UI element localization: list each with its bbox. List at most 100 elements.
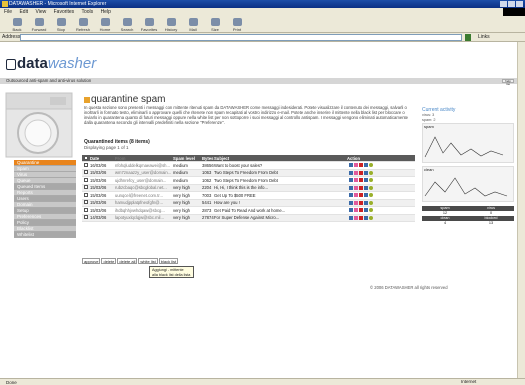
forward-icon[interactable] xyxy=(354,200,358,205)
go-button[interactable] xyxy=(465,34,471,41)
row-subject[interactable]: Two Steps To Freedom From Debt xyxy=(214,178,347,183)
delete-icon[interactable] xyxy=(359,163,363,168)
table-row[interactable]: 14/03/06 lapotyuxlqclqjw@sbc.mil... very h… xyxy=(82,214,415,222)
approve-icon[interactable] xyxy=(369,215,373,220)
view-icon[interactable] xyxy=(349,163,353,168)
row-subject[interactable]: Get Up To $500 FREE xyxy=(214,193,347,198)
view-icon[interactable] xyxy=(349,185,353,190)
forward-icon[interactable] xyxy=(354,193,358,198)
table-row[interactable]: 15/03/06 ujdhnrefcy_user@domain... medium 1… xyxy=(82,177,415,185)
view-icon[interactable] xyxy=(349,170,353,175)
refresh-button[interactable]: Refresh xyxy=(72,16,94,33)
save-icon[interactable] xyxy=(364,200,368,205)
row-checkbox[interactable] xyxy=(84,185,88,190)
menu-help[interactable]: Help xyxy=(101,9,111,15)
table-row[interactable]: 15/03/06 ihdbqhhjvwhdqaw@sbcg... very high… xyxy=(82,207,415,215)
table-row[interactable]: 15/03/06 wm7znaazzy_user@domain... medium 1… xyxy=(82,169,415,177)
row-checkbox[interactable] xyxy=(84,170,88,175)
approve-icon[interactable] xyxy=(369,170,373,175)
col-date[interactable]: Date xyxy=(90,156,115,161)
table-row[interactable]: 16/03/06 nfohqluddelkqmaeawei@sh... medium… xyxy=(82,162,415,170)
row-checkbox[interactable] xyxy=(84,177,88,182)
blacklist-button[interactable]: black list xyxy=(158,258,179,264)
approve-icon[interactable] xyxy=(369,163,373,168)
forward-icon[interactable] xyxy=(354,185,358,190)
table-row[interactable]: 15/03/06 hamudjpplatpfneofgfn@... very hig… xyxy=(82,199,415,207)
view-icon[interactable] xyxy=(349,178,353,183)
address-field[interactable] xyxy=(20,34,462,41)
col-level[interactable]: Spam level xyxy=(173,156,202,161)
delete-icon[interactable] xyxy=(359,170,363,175)
col-bytes[interactable]: Bytes xyxy=(202,156,214,161)
history-button[interactable]: History xyxy=(160,16,182,33)
menu-view[interactable]: View xyxy=(35,9,46,15)
forward-icon[interactable] xyxy=(354,170,358,175)
save-icon[interactable] xyxy=(364,208,368,213)
row-subject[interactable]: Want to boost your sales? xyxy=(214,163,347,168)
delete-all-button[interactable]: delete all xyxy=(117,258,138,264)
menu-file[interactable]: File xyxy=(4,9,12,15)
delete-icon[interactable] xyxy=(359,200,363,205)
row-subject[interactable]: Two Steps To Freedom From Debt xyxy=(214,170,347,175)
row-checkbox[interactable] xyxy=(84,215,88,220)
approve-icon[interactable] xyxy=(369,193,373,198)
view-icon[interactable] xyxy=(349,215,353,220)
forward-icon[interactable] xyxy=(354,163,358,168)
help-button[interactable]: help me xyxy=(502,79,514,86)
row-subject[interactable]: How are you ! xyxy=(214,200,347,205)
delete-icon[interactable] xyxy=(359,215,363,220)
search-button[interactable]: Search xyxy=(116,16,138,33)
forward-icon[interactable] xyxy=(354,178,358,183)
delete-icon[interactable] xyxy=(359,193,363,198)
delete-icon[interactable] xyxy=(359,208,363,213)
menu-tools[interactable]: Tools xyxy=(81,9,93,15)
save-icon[interactable] xyxy=(364,178,368,183)
row-checkbox[interactable] xyxy=(84,200,88,205)
mail-button[interactable]: Mail xyxy=(182,16,204,33)
stop-button[interactable]: Stop xyxy=(50,16,72,33)
delete-icon[interactable] xyxy=(359,178,363,183)
save-icon[interactable] xyxy=(364,170,368,175)
table-row[interactable]: 15/03/06 rubzcbaqc@sbcglobal.net... very h… xyxy=(82,184,415,192)
sidebar-item-whitelist[interactable]: Whitelist xyxy=(14,232,76,238)
size-button[interactable]: Size xyxy=(204,16,226,33)
forward-button[interactable]: Forward xyxy=(28,16,50,33)
save-icon[interactable] xyxy=(364,185,368,190)
approve-icon[interactable] xyxy=(369,185,373,190)
row-subject[interactable]: For Super Defense Against Micro... xyxy=(214,215,347,220)
row-checkbox[interactable] xyxy=(84,162,88,167)
row-subject[interactable]: Hi, Hi, I think this is the info... xyxy=(214,185,347,190)
approve-icon[interactable] xyxy=(369,200,373,205)
approve-icon[interactable] xyxy=(369,208,373,213)
forward-icon[interactable] xyxy=(354,215,358,220)
maximize-button[interactable] xyxy=(508,1,515,7)
home-button[interactable]: Home xyxy=(94,16,116,33)
whitelist-button[interactable]: white list xyxy=(138,258,158,264)
back-button[interactable]: Back xyxy=(6,16,28,33)
save-icon[interactable] xyxy=(364,163,368,168)
menu-edit[interactable]: Edit xyxy=(19,9,28,15)
close-button[interactable] xyxy=(516,1,523,7)
forward-icon[interactable] xyxy=(354,208,358,213)
delete-button[interactable]: delete xyxy=(101,258,117,264)
print-button[interactable]: Print xyxy=(226,16,248,33)
view-icon[interactable] xyxy=(349,193,353,198)
approve-icon[interactable] xyxy=(369,178,373,183)
links-label[interactable]: Links xyxy=(478,33,490,42)
approve-button[interactable]: approve xyxy=(82,258,101,264)
menu-favorites[interactable]: Favorites xyxy=(54,9,75,15)
vertical-scrollbar[interactable] xyxy=(517,42,525,378)
save-icon[interactable] xyxy=(364,215,368,220)
minimize-button[interactable] xyxy=(500,1,507,7)
view-icon[interactable] xyxy=(349,208,353,213)
row-checkbox[interactable] xyxy=(84,207,88,212)
select-all-checkbox[interactable] xyxy=(84,155,88,160)
row-subject[interactable]: Get Paid To Read And work at home... xyxy=(214,208,347,213)
view-icon[interactable] xyxy=(349,200,353,205)
delete-icon[interactable] xyxy=(359,185,363,190)
favorites-button[interactable]: Favorites xyxy=(138,16,160,33)
save-icon[interactable] xyxy=(364,193,368,198)
table-row[interactable]: 15/03/06 uunqcel@freenet.com.tr... very hi… xyxy=(82,192,415,200)
col-subject[interactable]: Subject xyxy=(214,156,347,161)
col-from[interactable]: From xyxy=(115,156,173,161)
